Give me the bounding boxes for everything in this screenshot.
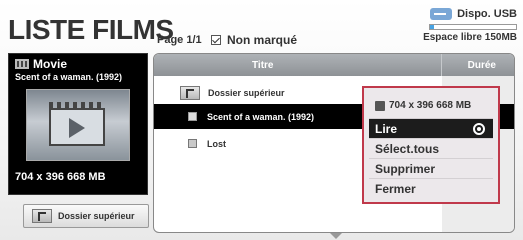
list-header: Titre Durée	[154, 54, 514, 76]
filter-toggle[interactable]: Non marqué	[211, 33, 297, 47]
menu-item-label: Supprimer	[375, 161, 436, 176]
scroll-down-icon[interactable]	[330, 233, 342, 239]
film-play-icon	[49, 102, 105, 146]
list-item-label: Dossier supérieur	[208, 87, 285, 98]
folder-up-icon	[32, 209, 52, 223]
preview-panel: Movie Scent of a waman. (1992) 704 x 396…	[8, 53, 148, 195]
file-icon	[188, 112, 197, 121]
usb-status: Dispo. USB Espace libre 150MB	[423, 8, 517, 43]
movie-icon	[15, 59, 29, 69]
context-menu-info-text: 704 x 396 668 MB	[389, 100, 472, 111]
usb-usage-bar	[429, 24, 517, 30]
context-menu-info: 704 x 396 668 MB	[369, 93, 493, 119]
parent-folder-button[interactable]: Dossier supérieur	[23, 204, 149, 228]
preview-meta: 704 x 396 668 MB	[15, 171, 106, 183]
parent-folder-button-label: Dossier supérieur	[58, 211, 135, 221]
folder-up-icon	[180, 85, 200, 100]
menu-item-label: Sélect.tous	[375, 141, 440, 156]
usb-icon	[430, 8, 453, 20]
filter-label: Non marqué	[227, 33, 298, 47]
menu-item-label: Fermer	[375, 182, 416, 196]
usb-label: Dispo. USB	[457, 8, 517, 20]
menu-item-label: Lire	[375, 121, 398, 136]
column-divider	[441, 54, 442, 76]
page-title: LISTE FILMS	[8, 14, 174, 45]
video-thumbnail	[26, 89, 130, 161]
menu-item-select-all[interactable]: Sélect.tous	[369, 139, 493, 159]
menu-item-delete[interactable]: Supprimer	[369, 159, 493, 179]
page-info: Page 1/1	[157, 34, 202, 46]
column-title: Titre	[252, 60, 274, 71]
checkbox-icon	[211, 35, 221, 45]
radio-selected-icon	[473, 123, 485, 135]
list-item-label: Lost	[207, 138, 226, 149]
free-space-label: Espace libre 150MB	[423, 32, 517, 43]
file-icon	[188, 139, 197, 148]
info-icon	[375, 100, 385, 111]
column-duration: Durée	[467, 60, 496, 71]
menu-item-play[interactable]: Lire	[369, 119, 493, 139]
context-menu: 704 x 396 668 MB Lire Sélect.tous Suppri…	[362, 86, 500, 204]
list-item-label: Scent of a waman. (1992)	[207, 111, 315, 122]
preview-category: Movie	[33, 57, 68, 71]
menu-item-close[interactable]: Fermer	[369, 179, 493, 199]
preview-title: Scent of a waman. (1992)	[15, 72, 123, 82]
usb-usage-fill	[430, 25, 435, 29]
